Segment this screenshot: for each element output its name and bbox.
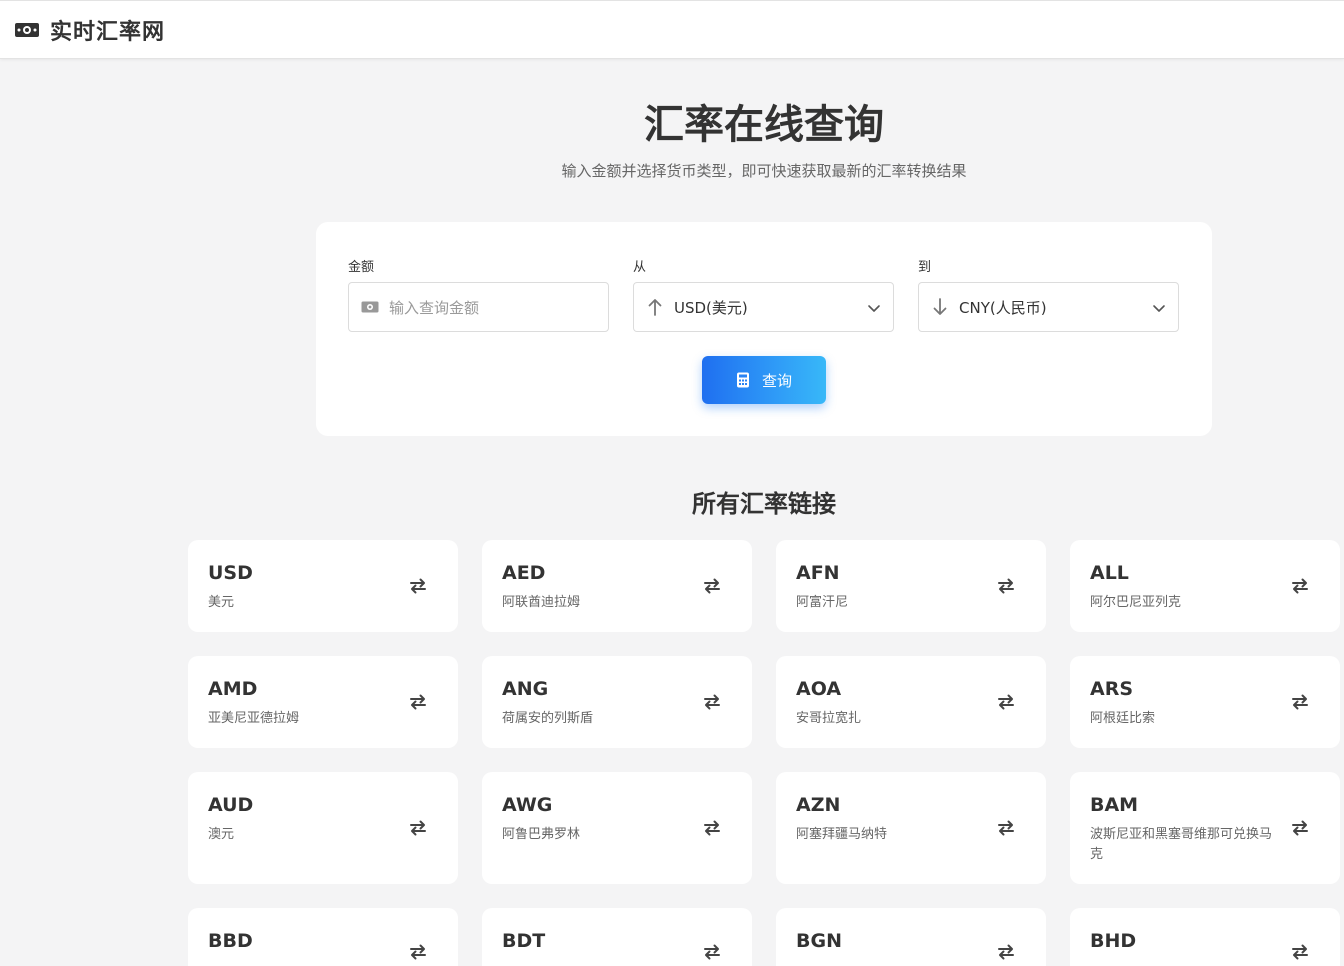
currency-code: AFN <box>796 562 840 584</box>
currency-name: 安哥拉宽扎 <box>796 711 862 726</box>
currency-code: AMD <box>208 678 258 700</box>
currency-name: 波斯尼亚和黑塞哥维那可兑换马克 <box>1090 827 1273 862</box>
exchange-arrows-icon <box>996 818 1016 838</box>
currency-link-bdt[interactable]: BDT <box>482 908 752 966</box>
page-subtitle: 输入金额并选择货币类型，即可快速获取最新的汇率转换结果 <box>561 162 967 180</box>
from-label: 从 <box>633 260 647 275</box>
currency-link-aed[interactable]: AED 阿联酋迪拉姆 <box>482 540 752 632</box>
exchange-arrows-icon <box>1290 576 1310 596</box>
amount-placeholder: 输入查询金额 <box>389 298 480 317</box>
currency-name: 阿根廷比索 <box>1090 711 1156 726</box>
currency-link-bhd[interactable]: BHD <box>1070 908 1340 966</box>
currency-name: 澳元 <box>208 827 235 842</box>
exchange-arrows-icon <box>996 576 1016 596</box>
currency-link-bbd[interactable]: BBD <box>188 908 458 966</box>
exchange-arrows-icon <box>702 692 722 712</box>
currency-code: BGN <box>796 930 842 952</box>
currency-link-all[interactable]: ALL 阿尔巴尼亚列克 <box>1070 540 1340 632</box>
currency-name: 阿联酋迪拉姆 <box>502 595 581 610</box>
page-title: 汇率在线查询 <box>644 102 884 148</box>
currency-code: AWG <box>502 794 553 816</box>
currency-code: AZN <box>796 794 841 816</box>
to-label: 到 <box>918 260 932 275</box>
currency-code: BDT <box>502 930 546 952</box>
currency-code: AOA <box>796 678 842 700</box>
currency-code: USD <box>208 562 253 584</box>
currency-code: BHD <box>1090 930 1137 952</box>
to-currency-value: CNY(人民币) <box>959 298 1047 317</box>
site-title[interactable]: 实时汇率网 <box>50 14 165 46</box>
exchange-arrows-icon <box>702 942 722 962</box>
currency-name: 亚美尼亚德拉姆 <box>208 711 300 726</box>
amount-input[interactable]: 输入查询金额 <box>348 282 609 332</box>
currency-code: AED <box>502 562 546 584</box>
exchange-arrows-icon <box>408 692 428 712</box>
exchange-arrows-icon <box>408 942 428 962</box>
money-bill-icon <box>14 20 40 40</box>
currency-code: BAM <box>1090 794 1139 816</box>
top-navbar: 实时汇率网 <box>0 0 1344 59</box>
currency-link-amd[interactable]: AMD 亚美尼亚德拉姆 <box>188 656 458 748</box>
currency-link-bgn[interactable]: BGN <box>776 908 1046 966</box>
currency-code: ALL <box>1090 562 1129 584</box>
exchange-arrows-icon <box>996 692 1016 712</box>
currency-name: 美元 <box>208 595 235 610</box>
exchange-arrows-icon <box>996 942 1016 962</box>
arrow-up-icon <box>646 298 664 316</box>
exchange-arrows-icon <box>408 818 428 838</box>
currency-name: 阿鲁巴弗罗林 <box>502 827 581 842</box>
currency-code: BBD <box>208 930 253 952</box>
chevron-down-icon <box>1152 300 1166 314</box>
query-button-label: 查询 <box>761 371 792 390</box>
currency-code: ARS <box>1090 678 1134 700</box>
exchange-arrows-icon <box>1290 942 1310 962</box>
exchange-arrows-icon <box>1290 692 1310 712</box>
exchange-arrows-icon <box>1290 818 1310 838</box>
arrow-down-icon <box>931 298 949 316</box>
currency-link-ars[interactable]: ARS 阿根廷比索 <box>1070 656 1340 748</box>
exchange-arrows-icon <box>702 818 722 838</box>
currency-name: 阿塞拜疆马纳特 <box>796 827 888 842</box>
calculator-icon <box>736 372 752 388</box>
currency-name: 阿富汗尼 <box>796 595 849 610</box>
currency-link-azn[interactable]: AZN 阿塞拜疆马纳特 <box>776 772 1046 884</box>
exchange-arrows-icon <box>702 576 722 596</box>
query-button[interactable]: 查询 <box>702 356 826 404</box>
currency-name: 阿尔巴尼亚列克 <box>1090 595 1182 610</box>
from-currency-value: USD(美元) <box>674 298 748 317</box>
currency-link-aoa[interactable]: AOA 安哥拉宽扎 <box>776 656 1046 748</box>
section-title: 所有汇率链接 <box>692 490 836 518</box>
from-currency-select[interactable]: USD(美元) <box>633 282 894 332</box>
currency-link-afn[interactable]: AFN 阿富汗尼 <box>776 540 1046 632</box>
currency-link-usd[interactable]: USD 美元 <box>188 540 458 632</box>
currency-link-bam[interactable]: BAM 波斯尼亚和黑塞哥维那可兑换马克 <box>1070 772 1340 884</box>
currency-link-aud[interactable]: AUD 澳元 <box>188 772 458 884</box>
chevron-down-icon <box>867 300 881 314</box>
exchange-arrows-icon <box>408 576 428 596</box>
to-currency-select[interactable]: CNY(人民币) <box>918 282 1179 332</box>
converter-card: 金额 输入查询金额 从 USD(美元) 到 CNY(人民币) 查询 <box>316 222 1212 436</box>
currency-code: ANG <box>502 678 549 700</box>
money-bill-icon <box>361 298 379 316</box>
currency-name: 荷属安的列斯盾 <box>502 711 594 726</box>
amount-label: 金额 <box>348 260 375 275</box>
currency-link-ang[interactable]: ANG 荷属安的列斯盾 <box>482 656 752 748</box>
currency-code: AUD <box>208 794 254 816</box>
currency-link-awg[interactable]: AWG 阿鲁巴弗罗林 <box>482 772 752 884</box>
